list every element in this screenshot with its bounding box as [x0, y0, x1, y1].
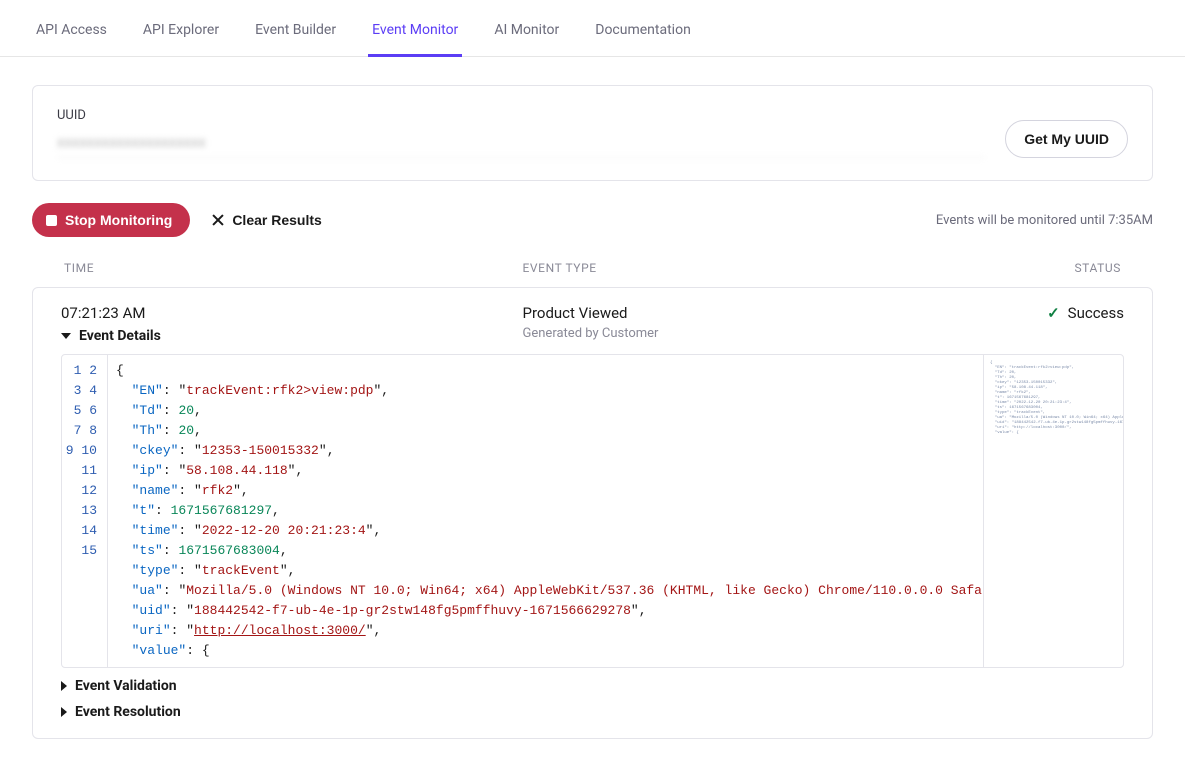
monitored-until-text: Events will be monitored until 7:35AM [936, 213, 1153, 228]
code-content[interactable]: { "EN": "trackEvent:rfk2>view:pdp", "Td"… [62, 355, 983, 667]
event-validation-label: Event Validation [75, 678, 177, 694]
event-details-toggle[interactable]: Event Details [61, 328, 523, 344]
tab-documentation[interactable]: Documentation [591, 0, 695, 56]
code-editor: 1 2 3 4 5 6 7 8 9 10 11 12 13 14 15 { "E… [61, 354, 1124, 668]
tab-event-monitor[interactable]: Event Monitor [368, 0, 462, 56]
caret-right-icon [61, 681, 67, 691]
col-time: TIME [64, 261, 523, 275]
clear-results-label: Clear Results [232, 212, 321, 228]
generated-by: Generated by Customer [523, 326, 985, 344]
event-type: Product Viewed [523, 304, 985, 322]
tab-event-builder[interactable]: Event Builder [251, 0, 340, 56]
event-resolution-toggle[interactable]: Event Resolution [61, 704, 1124, 720]
tab-api-access[interactable]: API Access [32, 0, 111, 56]
table-row: 07:21:23 AM Product Viewed ✓ Success Eve… [32, 287, 1153, 739]
event-resolution-label: Event Resolution [75, 704, 181, 720]
action-bar: Stop Monitoring Clear Results Events wil… [32, 203, 1153, 237]
uuid-label: UUID [57, 108, 985, 123]
events-table: TIME EVENT TYPE STATUS 07:21:23 AM Produ… [32, 261, 1153, 739]
table-header: TIME EVENT TYPE STATUS [32, 261, 1153, 287]
uuid-card: UUID xxxxxxxxxxxxxxxxxxxx Get My UUID [32, 85, 1153, 181]
code-minimap[interactable]: { "EN": "trackEvent:rfk2>view:pdp", "Td"… [983, 355, 1123, 667]
tab-ai-monitor[interactable]: AI Monitor [490, 0, 563, 56]
stop-monitoring-label: Stop Monitoring [65, 212, 172, 228]
event-status: ✓ Success [984, 304, 1124, 322]
nav-tabs: API Access API Explorer Event Builder Event… [0, 0, 1185, 57]
close-icon [212, 214, 224, 226]
uuid-value: xxxxxxxxxxxxxxxxxxxx [57, 133, 985, 158]
caret-down-icon [61, 333, 71, 339]
stop-icon [46, 215, 57, 226]
clear-results-button[interactable]: Clear Results [208, 206, 325, 234]
caret-right-icon [61, 707, 67, 717]
col-event-type: EVENT TYPE [523, 261, 982, 275]
event-details-label: Event Details [79, 328, 161, 344]
check-icon: ✓ [1047, 304, 1060, 322]
get-uuid-button[interactable]: Get My UUID [1005, 120, 1128, 158]
status-text: Success [1068, 304, 1124, 322]
stop-monitoring-button[interactable]: Stop Monitoring [32, 203, 190, 237]
event-validation-toggle[interactable]: Event Validation [61, 678, 1124, 694]
tab-api-explorer[interactable]: API Explorer [139, 0, 223, 56]
event-time: 07:21:23 AM [61, 304, 523, 322]
code-gutter: 1 2 3 4 5 6 7 8 9 10 11 12 13 14 15 [62, 355, 108, 667]
col-status: STATUS [981, 261, 1121, 275]
